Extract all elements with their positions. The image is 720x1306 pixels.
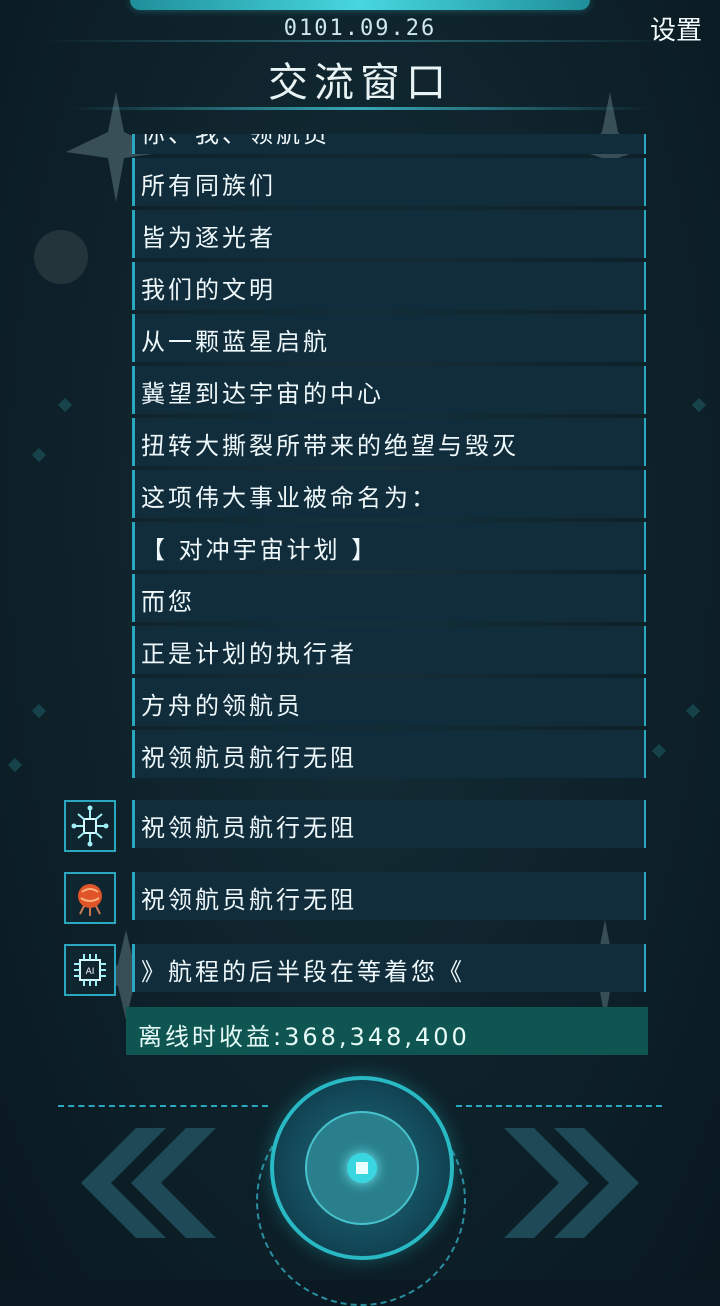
top-glow-bar: [130, 0, 590, 10]
message-text: 【 对冲宇宙计划 】: [141, 536, 379, 564]
title-divider: [70, 107, 650, 110]
message-item: 方舟的领航员: [132, 678, 646, 726]
message-item: 祝领航员航行无阻: [132, 730, 646, 778]
page-title: 交流窗口: [268, 60, 452, 106]
message-item: 正是计划的执行者: [132, 626, 646, 674]
engine-core-icon: [347, 1153, 377, 1183]
offline-income-label: 离线时收益:: [138, 1023, 285, 1051]
ai-chip-icon: AI: [64, 944, 116, 996]
message-text: 冀望到达宇宙的中心: [141, 380, 384, 408]
offline-income-text: 离线时收益:368,348,400: [138, 1017, 470, 1052]
message-text: 祝领航员航行无阻: [141, 744, 357, 772]
message-text: 扭转大撕裂所带来的绝望与毁灭: [141, 432, 519, 460]
robot-circuit-icon: [64, 800, 116, 852]
message-text: 这项伟大事业被命名为：: [141, 484, 438, 512]
message-item: 所有同族们: [132, 158, 646, 206]
message-text: 我们的文明: [141, 276, 276, 304]
message-text: 皆为逐光者: [141, 224, 276, 252]
double-chevron-left-icon[interactable]: [66, 1128, 216, 1238]
reply-text: 祝领航员航行无阻: [141, 886, 357, 914]
message-text: 所有同族们: [141, 172, 276, 200]
message-item: 这项伟大事业被命名为：: [132, 470, 646, 518]
reply-option-3[interactable]: 》航程的后半段在等着您《: [132, 944, 646, 994]
reply-text: 》航程的后半段在等着您《: [141, 958, 465, 986]
message-item: 扭转大撕裂所带来的绝望与毁灭: [132, 418, 646, 466]
message-log[interactable]: 你、我、领航员 所有同族们 皆为逐光者 我们的文明 从一颗蓝星启航 冀望到达宇宙…: [0, 134, 720, 780]
ai-chip-label: AI: [86, 967, 95, 977]
game-date: 0101.09.26: [283, 16, 437, 41]
message-item: 从一颗蓝星启航: [132, 314, 646, 362]
reply-bubble[interactable]: 祝领航员航行无阻: [132, 800, 646, 848]
reply-option-1[interactable]: 祝领航员航行无阻: [132, 800, 646, 850]
header: 0101.09.26 设置 交流窗口: [0, 0, 720, 128]
message-text: 从一颗蓝星启航: [141, 328, 330, 356]
reply-bubble[interactable]: 》航程的后半段在等着您《: [132, 944, 646, 992]
message-text: 方舟的领航员: [141, 692, 303, 720]
message-text: 而您: [141, 588, 195, 616]
message-item: 我们的文明: [132, 262, 646, 310]
message-item: 【 对冲宇宙计划 】: [132, 522, 646, 570]
bottom-dashed-line-right: [456, 1105, 662, 1107]
message-item: 皆为逐光者: [132, 210, 646, 258]
bottom-dashed-line-left: [58, 1105, 268, 1107]
settings-button[interactable]: 设置: [650, 10, 702, 47]
engine-core-button[interactable]: [270, 1076, 454, 1260]
offline-income-banner: 离线时收益:368,348,400: [126, 1007, 648, 1055]
reply-text: 祝领航员航行无阻: [141, 814, 357, 842]
message-text: 正是计划的执行者: [141, 640, 357, 668]
message-item: 你、我、领航员: [132, 134, 646, 154]
orange-brain-icon: [64, 872, 116, 924]
message-text: 你、我、领航员: [141, 134, 330, 148]
message-item: 而您: [132, 574, 646, 622]
double-chevron-right-icon[interactable]: [504, 1128, 654, 1238]
message-item: 冀望到达宇宙的中心: [132, 366, 646, 414]
offline-income-value: 368,348,400: [284, 1023, 470, 1051]
reply-option-2[interactable]: 祝领航员航行无阻: [132, 872, 646, 922]
reply-bubble[interactable]: 祝领航员航行无阻: [132, 872, 646, 920]
